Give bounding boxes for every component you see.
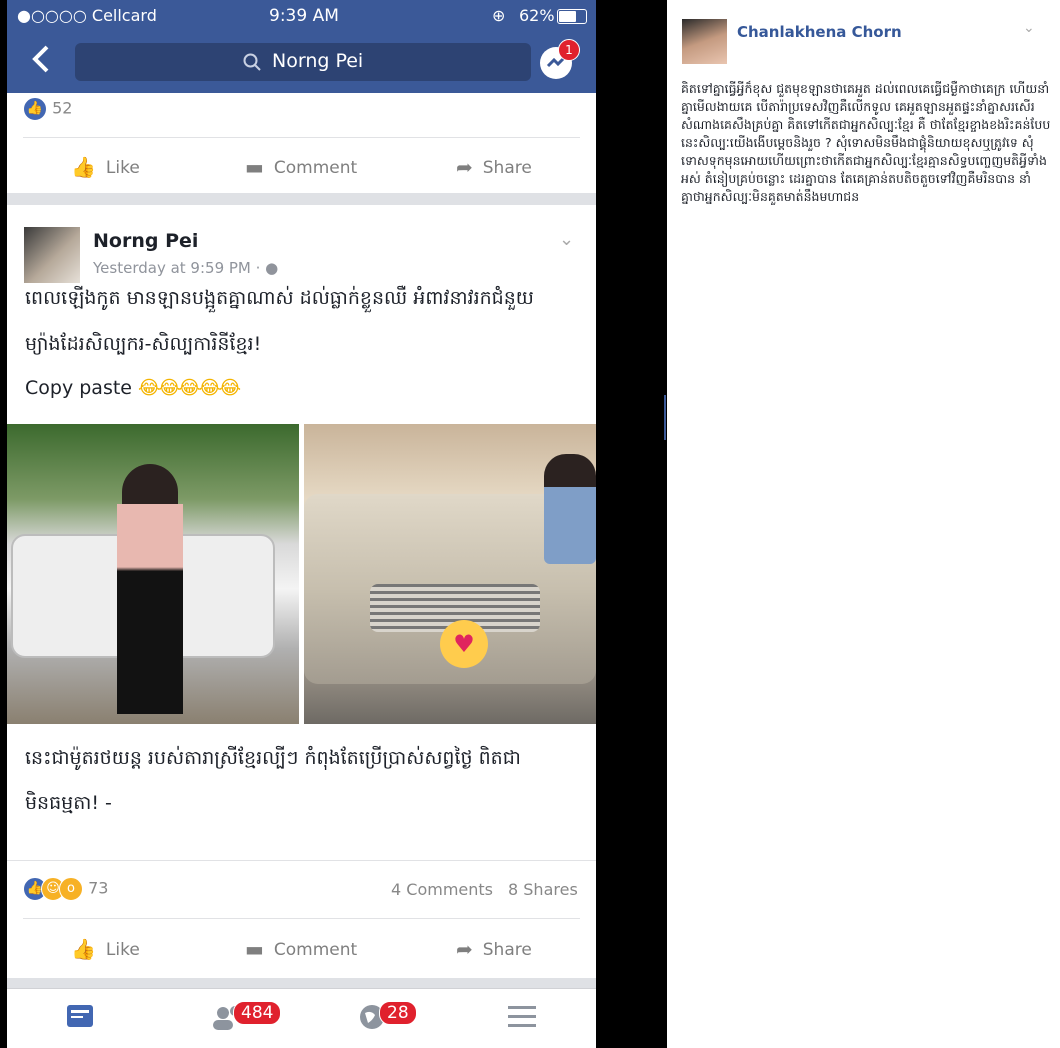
like-button[interactable]: 👍 Like [71,923,140,975]
author-name[interactable]: Norng Pei [93,230,198,252]
photo-white-suv[interactable] [7,424,299,724]
reaction-summary[interactable]: 👍 ☺ o 73 [23,877,108,901]
woman-figure-shape [117,504,183,714]
share-button[interactable]: ➦ Share [456,923,532,975]
divider [7,860,596,861]
caption-line-2: មិនធម្មតា! - [25,792,112,814]
tab-news-feed[interactable] [65,1001,101,1035]
photo-collage[interactable]: ♥ [7,424,596,724]
search-icon [243,53,261,71]
like-reaction-icon: 👍 [23,97,47,121]
like-label: Like [105,940,140,960]
comment-panel: Chanlakhena Chorn ⌄ គិតទៅគ្នាធ្វើអ្វីក៏ខ… [667,0,1060,1048]
photo-gold-sedan[interactable]: ♥ [304,424,596,724]
bottom-tab-bar: 484 28 [7,988,596,1048]
post-options-chevron-icon[interactable]: ⌄ [1023,20,1035,36]
navigation-bar: ●○○○○ Cellcard 9:39 AM ⊕ 62% Norng Pei 1 [7,0,596,93]
phone-screen: ●○○○○ Cellcard 9:39 AM ⊕ 62% Norng Pei 1… [7,0,596,1048]
battery-percentage: 62% [519,6,555,25]
previous-post-card: 👍 52 👍 Like ▬ Comment ➦ Share [7,93,596,193]
comment-icon: ▬ [245,155,264,179]
comments-count[interactable]: 4 Comments [391,880,493,899]
woman-figure-shape [544,454,596,564]
like-label: Like [105,158,140,178]
thumbs-up-icon: 👍 [71,155,96,179]
messenger-badge: 1 [558,39,580,61]
battery-icon [557,9,587,24]
clock: 9:39 AM [269,6,339,26]
divider [23,137,580,138]
share-button[interactable]: ➦ Share [456,141,532,193]
wow-reaction-icon: o [59,877,83,901]
reaction-summary[interactable]: 👍 52 [23,97,72,121]
comment-label: Comment [273,940,358,960]
post-card: Norng Pei Yesterday at 9:59 PM · ● ⌄ ពេល… [7,205,596,978]
copy-paste-text: Copy paste [25,377,132,399]
comment-text: គិតទៅគ្នាធ្វើអ្វីក៏ខុស ជួតមុខឡានថាគេអួត … [681,81,1051,204]
lock-rotation-icon: ⊕ [492,6,506,25]
post-text-line-1: ពេលឡើងកូត មានឡានបង្អួតគ្នាណាស់ ដល់ធ្លាក់… [25,287,534,309]
reaction-count: 73 [88,878,109,898]
post-text-line-2: ម្យ៉ាងដែរសិល្បករ-សិល្បការិនីខ្មែរ! [25,333,262,355]
action-bar: 👍 Like ▬ Comment ➦ Share [7,141,596,193]
carrier-signal: ●○○○○ Cellcard [17,6,157,25]
hamburger-menu-icon [508,1006,536,1027]
commenter-name[interactable]: Chanlakhena Chorn [737,23,902,41]
comment-button[interactable]: ▬ Comment [245,141,357,193]
news-feed-icon [67,1005,93,1027]
action-bar: 👍 Like ▬ Comment ➦ Share [7,923,596,975]
chevron-left-icon [32,45,49,73]
divider [664,395,666,440]
comment-label: Comment [273,158,358,178]
heart-eyes-emoji-icon: ♥ [440,620,488,668]
share-label: Share [482,158,532,178]
comment-icon: ▬ [245,937,264,961]
share-icon: ➦ [456,155,473,179]
laughing-emoji-icons: 😂😂😂😂😂 [138,377,241,399]
caption-line-1: នេះជាម៉ូតរថយន្ត របស់តារាស្រីខ្មែរល្បីៗ ក… [25,747,521,769]
notifications-badge: 28 [379,1001,417,1025]
friend-requests-badge: 484 [233,1001,282,1025]
shares-count[interactable]: 8 Shares [508,880,578,899]
comment-button[interactable]: ▬ Comment [245,923,357,975]
reaction-count: 52 [52,98,73,118]
share-icon: ➦ [456,937,473,961]
share-label: Share [482,940,532,960]
post-text-line-3: Copy paste 😂😂😂😂😂 [25,365,585,411]
tab-menu[interactable] [507,1001,543,1035]
thumbs-up-icon: 👍 [71,937,96,961]
divider [23,918,580,919]
commenter-avatar[interactable] [682,19,727,64]
search-input[interactable]: Norng Pei [75,43,531,81]
search-query: Norng Pei [272,50,364,72]
post-options-chevron-icon[interactable]: ⌄ [559,229,574,250]
back-button[interactable] [31,44,61,80]
like-button[interactable]: 👍 Like [71,141,140,193]
